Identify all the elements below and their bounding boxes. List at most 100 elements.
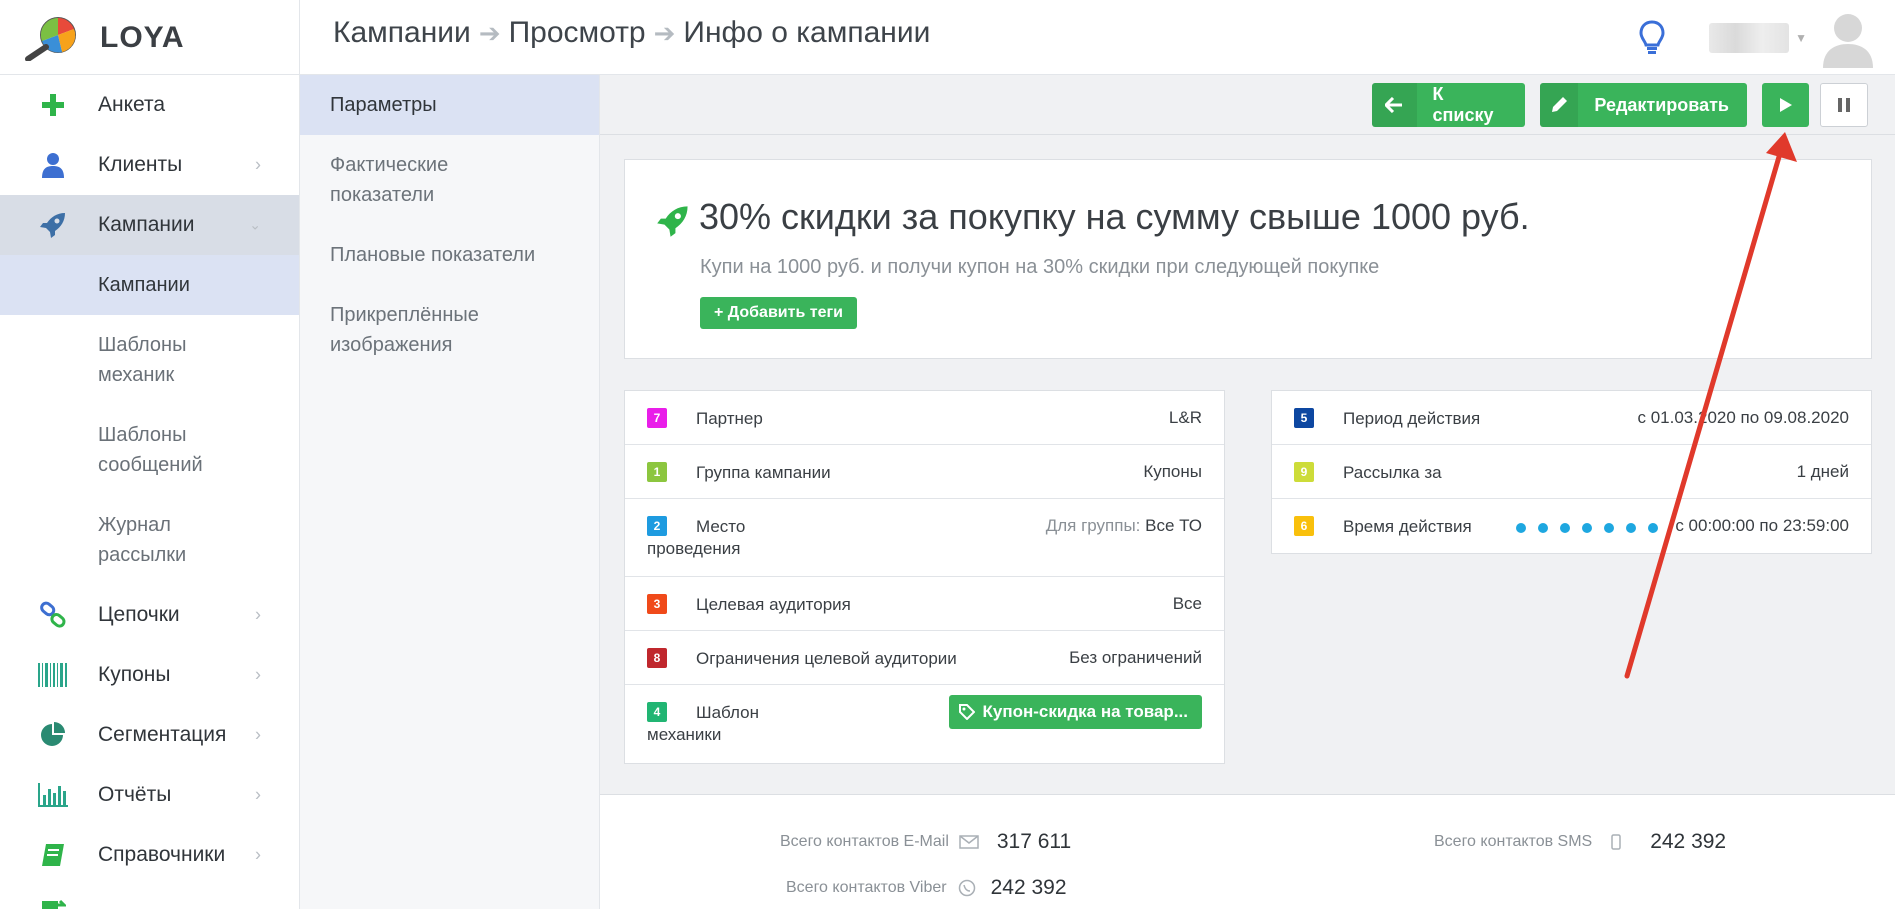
campaign-title: 30% скидки за покупку на сумму свыше 100…: [699, 196, 1530, 237]
pause-button[interactable]: [1820, 83, 1868, 127]
param-badge: 5: [1294, 408, 1314, 428]
param-row-mailing-for: 9 Рассылка за 1 дней: [1272, 445, 1871, 499]
param-badge: 1: [647, 462, 667, 482]
avatar[interactable]: [1821, 8, 1875, 68]
edit-label: Редактировать: [1594, 94, 1729, 115]
rocket-icon: [38, 210, 68, 240]
edit-button[interactable]: Редактировать: [1540, 83, 1747, 127]
chain-link-icon: [38, 600, 68, 630]
stat-email: Всего контактов E-Mail 317 611: [780, 830, 1071, 854]
stat-label: Всего контактов E-Mail: [780, 833, 949, 850]
mechanics-template-label: Купон-скидка на товар...: [982, 702, 1188, 721]
lightbulb-icon[interactable]: [1639, 19, 1665, 56]
logo[interactable]: LOYA: [0, 0, 300, 75]
main-content: К списку Редактировать 30% скидки за пок…: [600, 75, 1895, 909]
weekday-dot: [1604, 523, 1614, 533]
tab-label: Плановые показатели: [330, 244, 536, 266]
param-label: Группа кампании: [696, 463, 831, 482]
param-value: Для группы: Все ТО: [1046, 516, 1202, 536]
user-icon: [38, 150, 68, 180]
back-to-list-button[interactable]: К списку: [1372, 83, 1525, 127]
param-badge: 9: [1294, 462, 1314, 482]
add-tags-button[interactable]: + Добавить теги: [700, 297, 857, 329]
sidebar-subitem-campaigns[interactable]: Кампании: [0, 255, 299, 315]
mechanics-template-link[interactable]: Купон-скидка на товар...: [948, 695, 1202, 729]
logo-magnifier-icon: [25, 16, 76, 61]
barcode-icon: [38, 660, 68, 690]
pause-icon: [1838, 98, 1850, 112]
param-row-campaign-group: 1 Группа кампании Купоны: [625, 445, 1224, 499]
param-row-location: 2 Место проведения Для группы: Все ТО: [625, 499, 1224, 577]
param-label: Партнер: [696, 409, 763, 428]
stat-label: Всего контактов Viber: [786, 879, 947, 896]
param-badge: 6: [1294, 516, 1314, 536]
param-label: Место проведения: [647, 517, 746, 558]
contact-stats: Всего контактов E-Mail 317 611 Всего кон…: [600, 794, 1895, 909]
param-badge: 7: [647, 408, 667, 428]
sidebar-item-campaigns[interactable]: Кампании ⌄: [0, 195, 299, 255]
param-row-target-audience: 3 Целевая аудитория Все: [625, 577, 1224, 631]
stat-value: 317 611: [996, 830, 1072, 853]
toolbar: К списку Редактировать: [600, 75, 1895, 135]
sidebar-item-clients[interactable]: Клиенты ›: [0, 135, 299, 195]
campaign-params-right: 5 Период действия с 01.03.2020 по 09.08.…: [1271, 390, 1872, 554]
pie-chart-icon: [38, 720, 68, 750]
logo-text: LOYA: [100, 20, 185, 54]
arrow-left-icon: [1372, 83, 1417, 127]
tab-attached-images[interactable]: Прикреплённые изображения: [300, 285, 599, 375]
tab-planned-metrics[interactable]: Плановые показатели: [300, 225, 599, 285]
breadcrumb-item[interactable]: Просмотр: [509, 16, 646, 50]
param-value: Все: [1172, 594, 1202, 613]
weekday-dots: [1516, 523, 1658, 533]
user-name[interactable]: [1709, 22, 1790, 53]
param-row-partner: 7 Партнер L&R: [625, 391, 1224, 445]
tab-actual-metrics[interactable]: Фактические показатели: [300, 135, 599, 225]
sidebar-item-reports[interactable]: Отчёты ›: [0, 765, 299, 825]
stat-sms: Всего контактов SMS 242 392: [1434, 830, 1726, 854]
breadcrumb-item[interactable]: Кампании: [333, 16, 471, 50]
back-to-list-label: К списку: [1432, 84, 1494, 125]
play-icon: [1779, 98, 1792, 112]
campaign-description: Купи на 1000 руб. и получи купон на 30% …: [700, 256, 1380, 278]
weekday-dot: [1560, 523, 1570, 533]
sidebar-subitem-mailing-log[interactable]: Журнал рассылки: [0, 495, 299, 585]
start-button[interactable]: [1762, 83, 1809, 127]
stat-value: 242 392: [1650, 830, 1727, 853]
breadcrumb-item: Инфо о кампании: [683, 16, 931, 49]
sidebar-item-segmentation[interactable]: Сегментация ›: [0, 705, 299, 765]
chevron-right-icon: ›: [255, 604, 261, 625]
param-label: Ограничения целевой аудитории: [696, 649, 957, 668]
tab-label: Фактические показатели: [330, 154, 449, 206]
sidebar-subitem-label: Шаблоны сообщений: [98, 424, 203, 476]
sidebar-subitem-label: Кампании: [98, 274, 190, 296]
sidebar-item-chains[interactable]: Цепочки ›: [0, 585, 299, 645]
envelope-icon: [959, 835, 979, 849]
sidebar-item-questionnaire[interactable]: Анкета: [0, 75, 299, 135]
tab-label: Параметры: [330, 94, 437, 116]
sidebar-item-label: Отчёты: [98, 783, 172, 806]
param-value: Без ограничений: [1069, 648, 1202, 667]
param-label: Целевая аудитория: [696, 595, 851, 614]
export-icon: [38, 892, 68, 909]
sidebar-subitem-message-templates[interactable]: Шаблоны сообщений: [0, 405, 299, 495]
sidebar-item-label: Сегментация: [98, 723, 227, 746]
param-row-action-time: 6 Время действия с 00:00:00 по 23:59:00: [1272, 499, 1871, 553]
param-value: 1 дней: [1796, 462, 1849, 481]
sidebar-item-partial[interactable]: [0, 885, 299, 909]
param-row-period: 5 Период действия с 01.03.2020 по 09.08.…: [1272, 391, 1871, 445]
caret-down-icon[interactable]: ▼: [1795, 31, 1807, 45]
sidebar-subitem-label: Журнал рассылки: [98, 514, 187, 566]
param-label: Время действия: [1343, 517, 1472, 536]
param-row-mechanics-template: 4 Шаблон механики Купон-скидка на товар.…: [625, 685, 1224, 763]
param-value: с 00:00:00 по 23:59:00: [1675, 516, 1849, 535]
sidebar-item-coupons[interactable]: Купоны ›: [0, 645, 299, 705]
param-value: с 01.03.2020 по 09.08.2020: [1637, 408, 1850, 427]
param-value: Купоны: [1143, 462, 1202, 481]
sidebar-item-directories[interactable]: Справочники ›: [0, 825, 299, 885]
sidebar-subitem-mechanics-templates[interactable]: Шаблоны механик: [0, 315, 299, 405]
tab-label: Прикреплённые изображения: [330, 304, 479, 356]
tab-parameters[interactable]: Параметры: [300, 75, 599, 135]
stat-value: 242 392: [990, 876, 1067, 899]
sidebar-item-label: Кампании: [98, 213, 195, 236]
param-label: Шаблон механики: [647, 703, 759, 744]
